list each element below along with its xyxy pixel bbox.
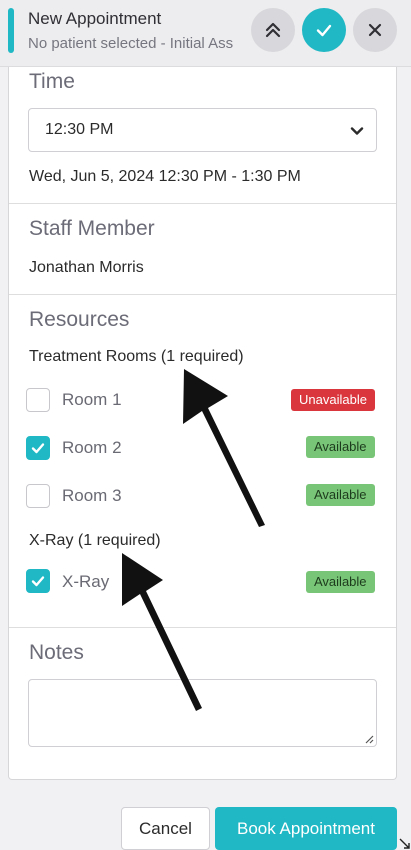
check-icon — [31, 576, 45, 587]
staff-member-name: Jonathan Morris — [29, 259, 144, 276]
x-ray-checkbox[interactable] — [26, 569, 50, 593]
check-icon — [31, 443, 45, 454]
close-button[interactable] — [353, 8, 397, 52]
book-appointment-button[interactable]: Book Appointment — [215, 807, 397, 850]
chevron-down-icon — [350, 127, 364, 135]
room-1-label: Room 1 — [62, 390, 122, 409]
room-2-checkbox[interactable] — [26, 436, 50, 460]
check-icon — [316, 24, 332, 37]
collapse-button[interactable] — [251, 8, 295, 52]
x-ray-label: X-Ray — [62, 572, 110, 591]
close-icon — [368, 23, 382, 37]
status-badge: Available — [306, 571, 375, 593]
room-3-label: Room 3 — [62, 486, 122, 505]
appointment-header: New Appointment No patient selected - In… — [0, 0, 411, 67]
time-select-value: 12:30 PM — [45, 121, 114, 138]
divider — [9, 203, 396, 204]
resize-grip-icon[interactable] — [364, 734, 374, 744]
status-badge: Unavailable — [291, 389, 375, 411]
resource-group-label: Treatment Rooms (1 required) — [29, 348, 244, 365]
header-accent-bar — [8, 8, 14, 53]
notes-textarea[interactable] — [28, 679, 377, 747]
room-1-checkbox[interactable] — [26, 388, 50, 412]
header-title: New Appointment — [28, 9, 162, 28]
time-select[interactable]: 12:30 PM — [28, 108, 377, 152]
header-subtitle: No patient selected - Initial Ass — [28, 35, 233, 52]
divider — [9, 294, 396, 295]
cancel-button[interactable]: Cancel — [121, 807, 210, 850]
divider — [9, 627, 396, 628]
resize-corner-icon[interactable] — [399, 838, 411, 850]
confirm-button[interactable] — [302, 8, 346, 52]
resource-group-label: X-Ray (1 required) — [29, 532, 161, 549]
notes-heading: Notes — [29, 641, 84, 664]
time-heading: Time — [29, 70, 75, 93]
status-badge: Available — [306, 484, 375, 506]
resources-heading: Resources — [29, 308, 130, 331]
staff-heading: Staff Member — [29, 217, 155, 240]
double-chevron-up-icon — [265, 22, 281, 38]
room-3-checkbox[interactable] — [26, 484, 50, 508]
status-badge: Available — [306, 436, 375, 458]
room-2-label: Room 2 — [62, 438, 122, 457]
time-range-text: Wed, Jun 5, 2024 12:30 PM - 1:30 PM — [29, 168, 301, 185]
appointment-form: Time 12:30 PM Wed, Jun 5, 2024 12:30 PM … — [8, 67, 397, 780]
